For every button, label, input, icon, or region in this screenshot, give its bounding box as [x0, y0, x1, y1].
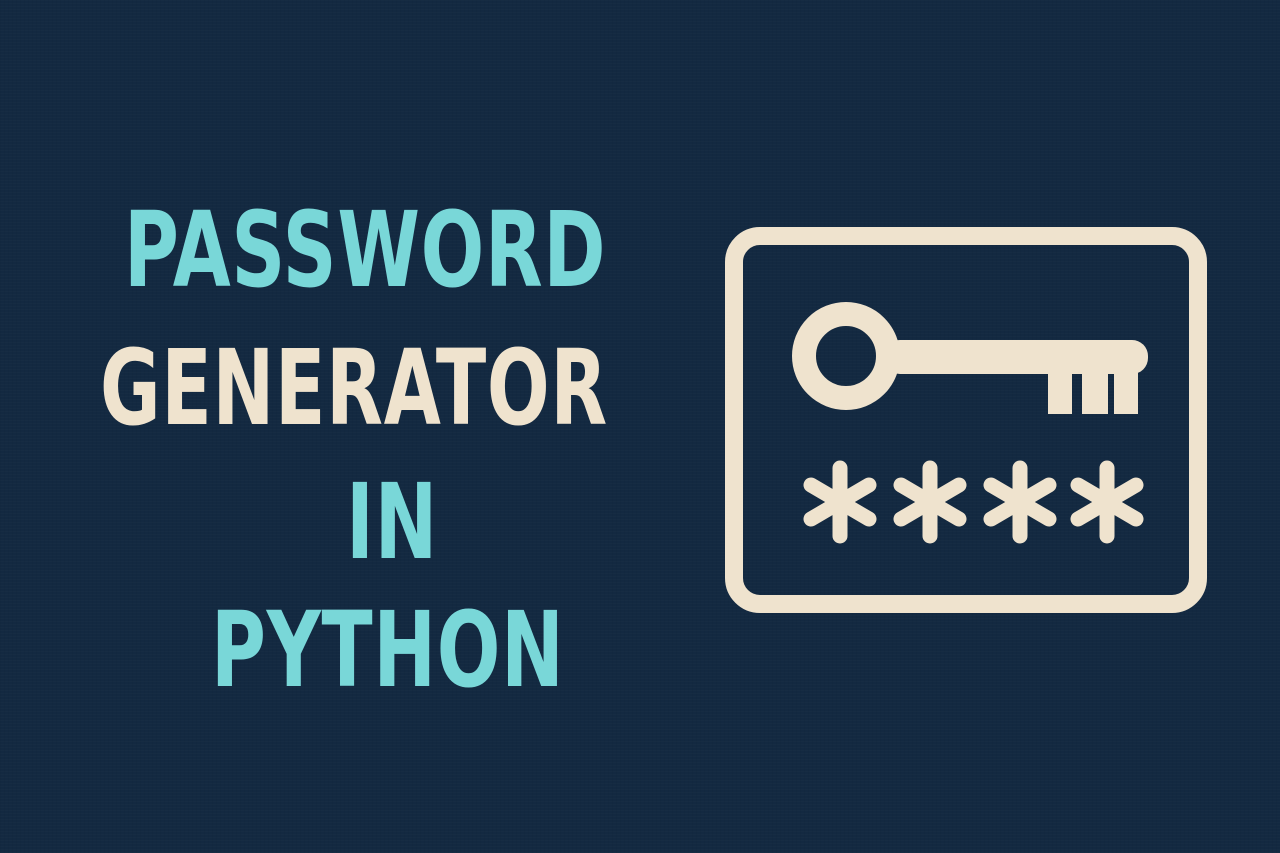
- title-line-in: IN: [346, 461, 438, 583]
- key-icon: [792, 302, 1148, 414]
- title-line-python: PYTHON: [211, 589, 565, 711]
- password-asterisk-icon: [803, 460, 1144, 544]
- title-line-password: PASSWORD: [124, 189, 607, 311]
- title-line-generator: GENERATOR: [100, 327, 608, 449]
- card-outline: [725, 227, 1207, 613]
- password-card-icon: [722, 224, 1210, 616]
